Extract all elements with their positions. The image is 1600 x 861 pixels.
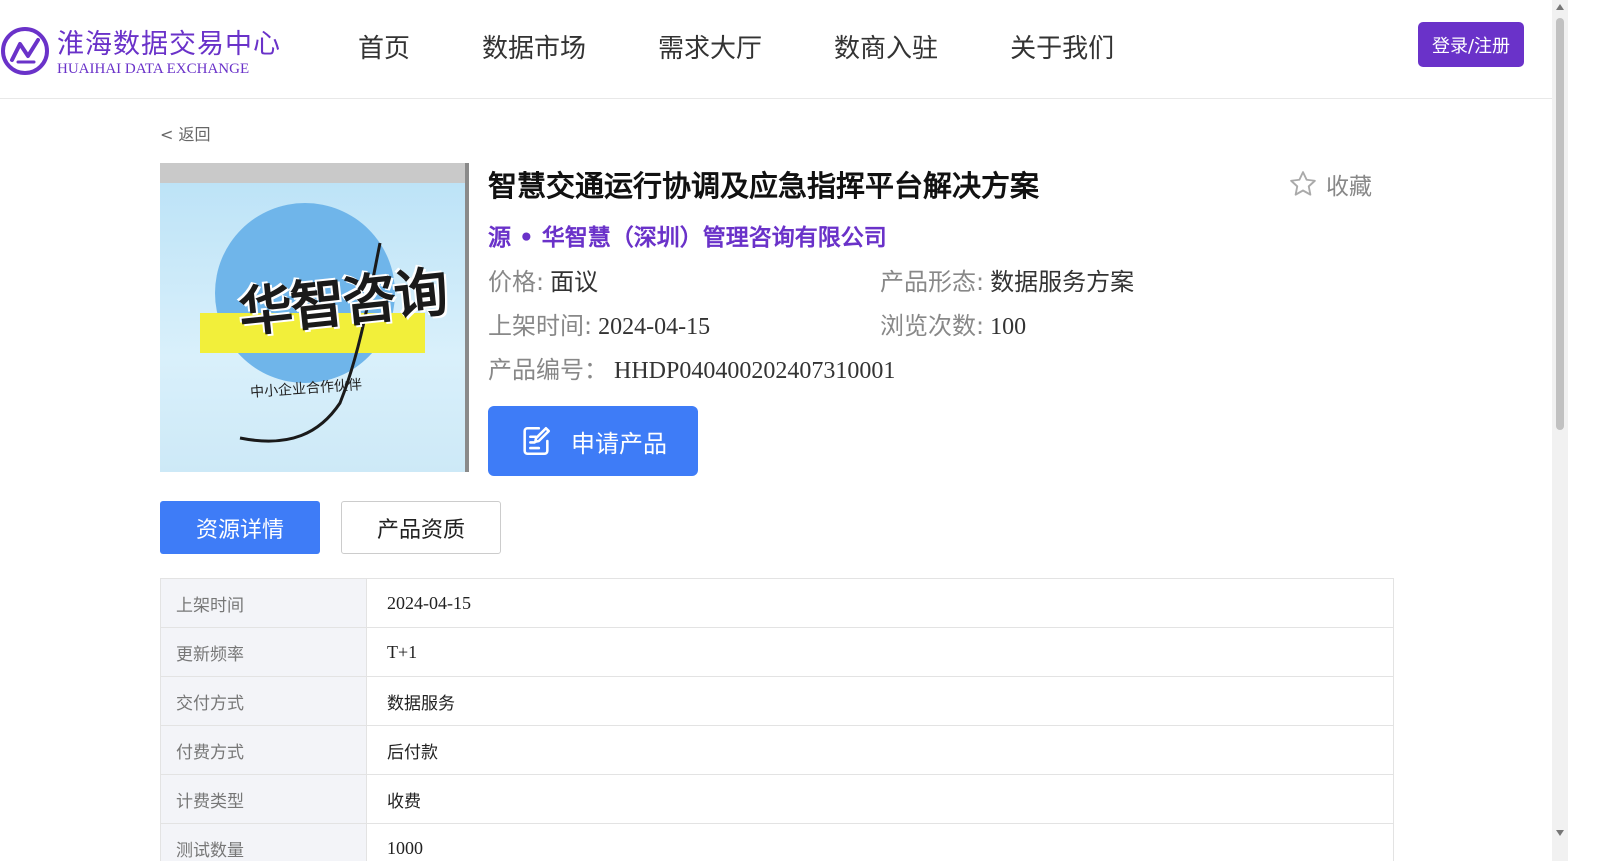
product-source[interactable]: 源 • 华智慧（深圳）管理咨询有限公司 bbox=[488, 218, 887, 252]
price-label: 价格: bbox=[488, 268, 545, 296]
main-nav: 首页 数据市场 需求大厅 数商入驻 关于我们 bbox=[358, 28, 1186, 65]
form-field: 产品形态: 数据服务方案 bbox=[880, 262, 1134, 297]
tab-product-qualification[interactable]: 产品资质 bbox=[341, 501, 501, 554]
listed-field: 上架时间: 2024-04-15 bbox=[488, 306, 710, 341]
product-title: 智慧交通运行协调及应急指挥平台解决方案 bbox=[488, 169, 1040, 203]
login-register-button[interactable]: 登录/注册 bbox=[1418, 22, 1524, 67]
row-key: 计费类型 bbox=[161, 775, 367, 823]
nav-about-us[interactable]: 关于我们 bbox=[1010, 28, 1114, 65]
logo-subtitle: HUAIHAI DATA EXCHANGE bbox=[57, 61, 250, 77]
listed-value: 2024-04-15 bbox=[598, 314, 711, 340]
code-value: HHDP040400202407310001 bbox=[614, 358, 896, 384]
code-label: 产品编号： bbox=[488, 356, 608, 384]
scroll-up-icon[interactable] bbox=[1556, 4, 1564, 10]
tab-resource-details[interactable]: 资源详情 bbox=[160, 501, 320, 554]
logo-title: 淮海数据交易中心 bbox=[57, 29, 281, 60]
row-key: 更新频率 bbox=[161, 628, 367, 676]
nav-demand-hall[interactable]: 需求大厅 bbox=[658, 28, 762, 65]
scroll-down-icon[interactable] bbox=[1556, 830, 1564, 836]
table-row: 计费类型 收费 bbox=[161, 775, 1393, 824]
favorite-label: 收藏 bbox=[1326, 174, 1372, 200]
table-row: 交付方式 数据服务 bbox=[161, 677, 1393, 726]
row-value: 1000 bbox=[387, 837, 423, 858]
table-row: 更新频率 T+1 bbox=[161, 628, 1393, 677]
views-field: 浏览次数: 100 bbox=[880, 306, 1026, 341]
views-value: 100 bbox=[990, 314, 1027, 340]
views-label: 浏览次数: bbox=[880, 312, 985, 340]
table-row: 上架时间 2024-04-15 bbox=[161, 579, 1393, 628]
form-value: 数据服务方案 bbox=[990, 268, 1135, 296]
apply-product-label: 申请产品 bbox=[571, 429, 667, 458]
nav-merchant-join[interactable]: 数商入驻 bbox=[834, 28, 938, 65]
row-key: 交付方式 bbox=[161, 677, 367, 725]
page-scrollbar[interactable] bbox=[1552, 0, 1568, 861]
row-key: 上架时间 bbox=[161, 579, 367, 627]
row-key: 付费方式 bbox=[161, 726, 367, 774]
details-table: 上架时间 2024-04-15 更新频率 T+1 交付方式 数据服务 付费方式 … bbox=[160, 578, 1394, 861]
logo-mark-icon bbox=[1, 27, 49, 75]
price-value: 面议 bbox=[550, 268, 599, 296]
favorite-button[interactable]: 收藏 bbox=[1288, 167, 1372, 201]
price-field: 价格: 面议 bbox=[488, 262, 598, 297]
row-value: 2024-04-15 bbox=[387, 592, 471, 613]
form-label: 产品形态: bbox=[880, 268, 985, 296]
nav-data-market[interactable]: 数据市场 bbox=[482, 28, 586, 65]
apply-product-button[interactable]: 申请产品 bbox=[488, 406, 698, 476]
back-link[interactable]: < 返回 bbox=[160, 121, 211, 145]
table-row: 付费方式 后付款 bbox=[161, 726, 1393, 775]
code-field: 产品编号： HHDP040400202407310001 bbox=[488, 350, 895, 385]
top-header: 淮海数据交易中心 HUAIHAI DATA EXCHANGE 首页 数据市场 需… bbox=[0, 0, 1552, 99]
scroll-thumb[interactable] bbox=[1556, 18, 1564, 430]
site-logo[interactable]: 淮海数据交易中心 HUAIHAI DATA EXCHANGE bbox=[0, 22, 300, 82]
nav-home[interactable]: 首页 bbox=[358, 28, 410, 65]
table-row: 测试数量 1000 bbox=[161, 824, 1393, 861]
row-value: 数据服务 bbox=[387, 693, 455, 714]
product-image: 华智咨询 中小企业合作伙伴 bbox=[160, 163, 469, 472]
row-value: T+1 bbox=[387, 641, 418, 662]
row-value: 收费 bbox=[387, 791, 421, 812]
edit-document-icon bbox=[523, 426, 551, 456]
row-value: 后付款 bbox=[387, 742, 438, 763]
star-icon bbox=[1290, 171, 1316, 196]
row-key: 测试数量 bbox=[161, 824, 367, 861]
listed-label: 上架时间: bbox=[488, 312, 593, 340]
